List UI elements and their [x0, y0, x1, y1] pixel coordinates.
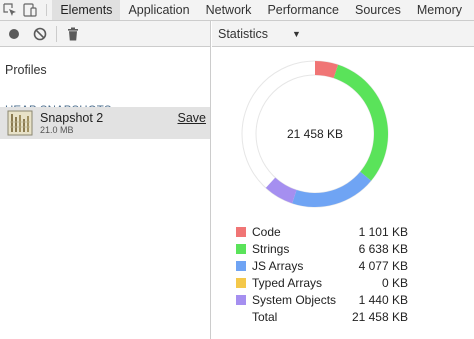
legend-swatch	[236, 312, 246, 322]
view-select-value: Statistics	[218, 26, 269, 41]
legend-row: Strings 6 638 KB	[236, 240, 408, 257]
view-select[interactable]: Statistics ▼	[218, 27, 301, 41]
legend-row: JS Arrays 4 077 KB	[236, 257, 408, 274]
donut-slice-js-arrays	[292, 171, 372, 207]
legend-label: System Objects	[252, 292, 337, 307]
donut-svg: 21 458 KB	[241, 60, 389, 208]
legend-swatch	[236, 260, 246, 271]
clear-profiles-button[interactable]	[30, 24, 50, 44]
inspect-element-icon[interactable]	[0, 0, 20, 20]
record-button[interactable]	[4, 24, 24, 44]
collect-garbage-button[interactable]	[63, 24, 83, 44]
legend-value: 4 077 KB	[358, 258, 408, 273]
tab-memory[interactable]: Memory	[409, 0, 474, 20]
legend-swatch	[236, 243, 246, 254]
tab-elements[interactable]: Elements	[52, 0, 121, 20]
toolbar-divider	[45, 4, 47, 16]
legend-row: System Objects 1 440 KB	[236, 291, 408, 308]
tab-network[interactable]: Network	[198, 0, 260, 20]
record-icon	[9, 28, 19, 39]
legend-swatch	[236, 294, 246, 305]
legend-row: Code 1 101 KB	[236, 223, 408, 240]
donut-center-label: 21 458 KB	[287, 127, 343, 141]
legend-total-row: Total 21 458 KB	[236, 308, 408, 325]
legend-swatch	[236, 277, 246, 288]
donut-slice-strings	[333, 64, 388, 181]
devtools-tabbar: Elements Application Network Performance…	[0, 0, 474, 21]
view-toolbar: Statistics ▼	[212, 21, 474, 47]
profiles-toolbar	[0, 21, 210, 47]
tab-performance[interactable]: Performance	[259, 0, 347, 20]
legend-label: Typed Arrays	[252, 275, 323, 290]
device-toolbar-icon[interactable]	[20, 0, 40, 20]
save-snapshot-link[interactable]: Save	[178, 111, 207, 125]
snapshot-name: Snapshot 2	[40, 111, 104, 125]
profiles-sidebar: Profiles HEAP SNAPSHOTS Snapshot 2 21.0 …	[0, 21, 211, 339]
legend-value: 6 638 KB	[358, 241, 408, 256]
block-icon	[33, 27, 47, 40]
chevron-down-icon: ▼	[292, 28, 301, 39]
legend-label: Total	[252, 309, 278, 324]
snapshot-item[interactable]: Snapshot 2 21.0 MB Save	[0, 107, 210, 139]
legend-value: 0 KB	[381, 275, 408, 290]
legend-value: 1 440 KB	[358, 292, 408, 307]
statistics-legend: Code 1 101 KB Strings 6 638 KB JS Arrays 4 07…	[236, 223, 408, 325]
legend-value: 1 101 KB	[358, 224, 408, 239]
legend-label: Code	[252, 224, 281, 239]
legend-label: Strings	[252, 241, 290, 256]
statistics-donut-chart: 21 458 KB	[240, 59, 390, 209]
panel-tabs: Elements Application Network Performance…	[52, 0, 474, 20]
tab-application[interactable]: Application	[120, 0, 197, 20]
trash-icon	[68, 27, 78, 40]
legend-row: Typed Arrays 0 KB	[236, 274, 408, 291]
legend-label: JS Arrays	[252, 258, 304, 273]
profiles-title: Profiles	[5, 63, 47, 77]
heap-snapshot-icon	[7, 110, 33, 136]
legend-value: 21 458 KB	[351, 309, 408, 324]
snapshot-size: 21.0 MB	[40, 125, 74, 135]
tab-sources[interactable]: Sources	[347, 0, 409, 20]
legend-swatch	[236, 226, 246, 237]
snapshot-view: Statistics ▼ 21 458 KB Code 1 101 KB Strin…	[212, 21, 474, 339]
toolbar-divider	[56, 25, 57, 42]
